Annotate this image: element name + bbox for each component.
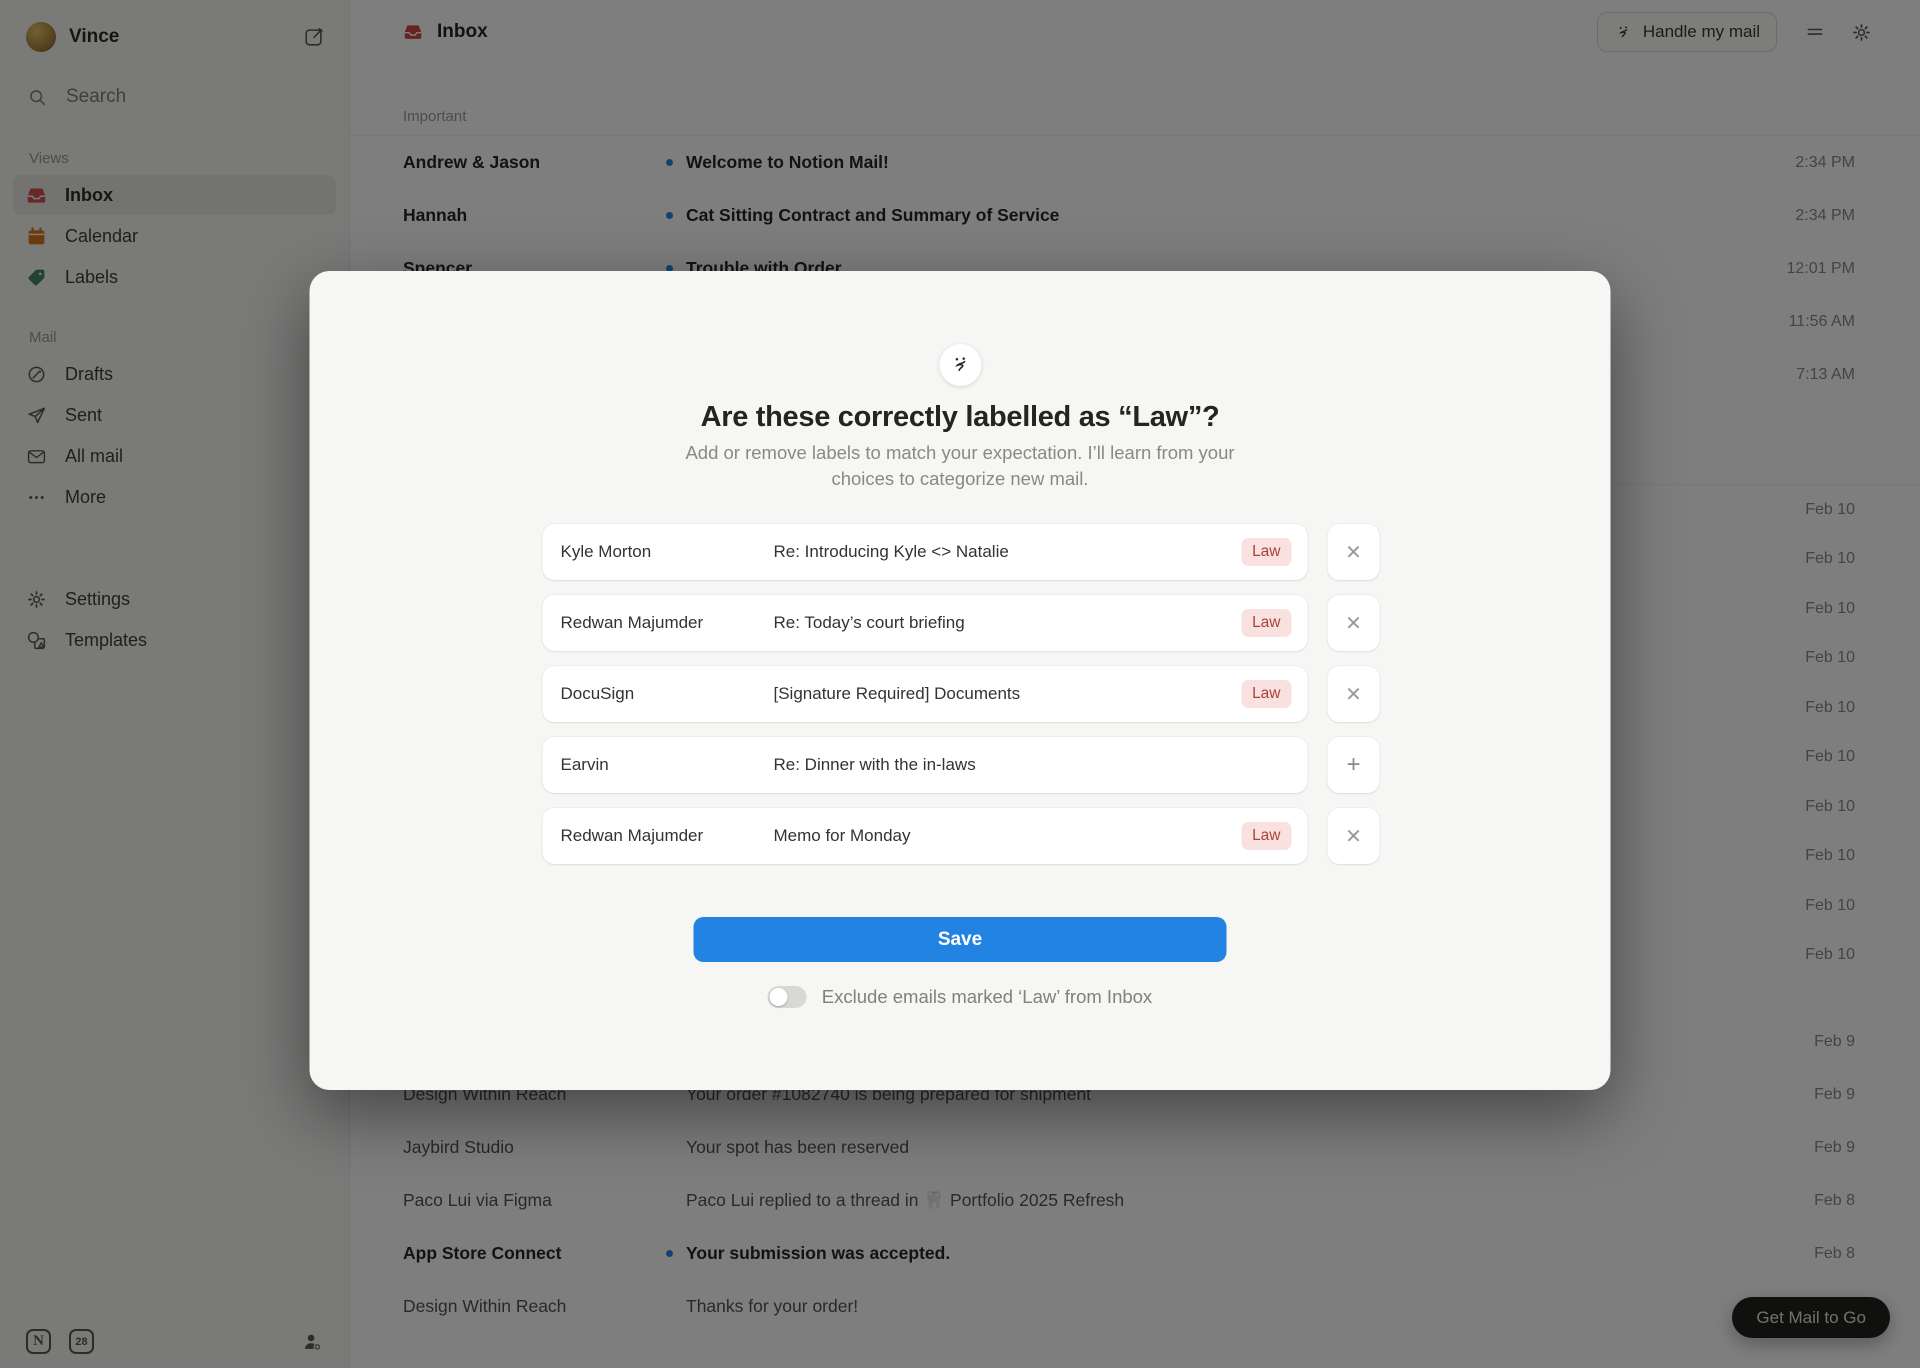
exclude-toggle-row: Exclude emails marked ‘Law’ from Inbox — [310, 986, 1611, 1008]
label-pill[interactable]: Law — [1241, 680, 1291, 708]
label-pill[interactable]: Law — [1241, 538, 1291, 566]
modal-email-sender: Redwan Majumder — [561, 613, 774, 633]
modal-email-subject: Re: Today’s court briefing — [774, 613, 1242, 633]
modal-email-sender: Redwan Majumder — [561, 826, 774, 846]
plus-icon: + — [1346, 751, 1360, 779]
modal-email-subject: [Signature Required] Documents — [774, 684, 1242, 704]
notion-mail-app: Vince Search Views — [0, 0, 1920, 1368]
remove-label-button[interactable]: ✕ — [1328, 524, 1380, 580]
modal-email-card: Redwan Majumder Re: Today’s court briefi… — [543, 595, 1308, 651]
close-icon: ✕ — [1345, 540, 1362, 565]
modal-email-subject: Memo for Monday — [774, 826, 1242, 846]
modal-email-sender: Kyle Morton — [561, 542, 774, 562]
ai-squiggle-icon — [939, 344, 981, 386]
modal-email-rows: Kyle Morton Re: Introducing Kyle <> Nata… — [543, 524, 1380, 879]
add-label-button[interactable]: + — [1328, 737, 1380, 793]
modal-email-sender: DocuSign — [561, 684, 774, 704]
exclude-toggle[interactable] — [768, 986, 807, 1008]
label-pill[interactable]: Law — [1241, 822, 1291, 850]
modal-email-row: Redwan Majumder Memo for Monday Law ✕ — [543, 808, 1380, 864]
close-icon: ✕ — [1345, 611, 1362, 636]
label-pill[interactable]: Law — [1241, 609, 1291, 637]
close-icon: ✕ — [1345, 824, 1362, 849]
modal-email-row: Redwan Majumder Re: Today’s court briefi… — [543, 595, 1380, 651]
modal-email-subject: Re: Dinner with the in-laws — [774, 755, 1292, 775]
save-button[interactable]: Save — [694, 917, 1227, 962]
label-confirmation-modal: Are these correctly labelled as “Law”? A… — [310, 271, 1611, 1090]
modal-subtitle: Add or remove labels to match your expec… — [670, 440, 1250, 492]
toggle-knob — [770, 988, 788, 1006]
modal-email-row: DocuSign [Signature Required] Documents … — [543, 666, 1380, 722]
modal-email-row: Kyle Morton Re: Introducing Kyle <> Nata… — [543, 524, 1380, 580]
close-icon: ✕ — [1345, 682, 1362, 707]
remove-label-button[interactable]: ✕ — [1328, 808, 1380, 864]
modal-email-card: Redwan Majumder Memo for Monday Law — [543, 808, 1308, 864]
modal-email-card: Kyle Morton Re: Introducing Kyle <> Nata… — [543, 524, 1308, 580]
modal-email-card: DocuSign [Signature Required] Documents … — [543, 666, 1308, 722]
modal-email-sender: Earvin — [561, 755, 774, 775]
modal-title: Are these correctly labelled as “Law”? — [310, 401, 1611, 434]
modal-email-card: Earvin Re: Dinner with the in-laws — [543, 737, 1308, 793]
modal-email-row: Earvin Re: Dinner with the in-laws + — [543, 737, 1380, 793]
exclude-toggle-label: Exclude emails marked ‘Law’ from Inbox — [822, 986, 1152, 1008]
modal-email-subject: Re: Introducing Kyle <> Natalie — [774, 542, 1242, 562]
remove-label-button[interactable]: ✕ — [1328, 595, 1380, 651]
remove-label-button[interactable]: ✕ — [1328, 666, 1380, 722]
